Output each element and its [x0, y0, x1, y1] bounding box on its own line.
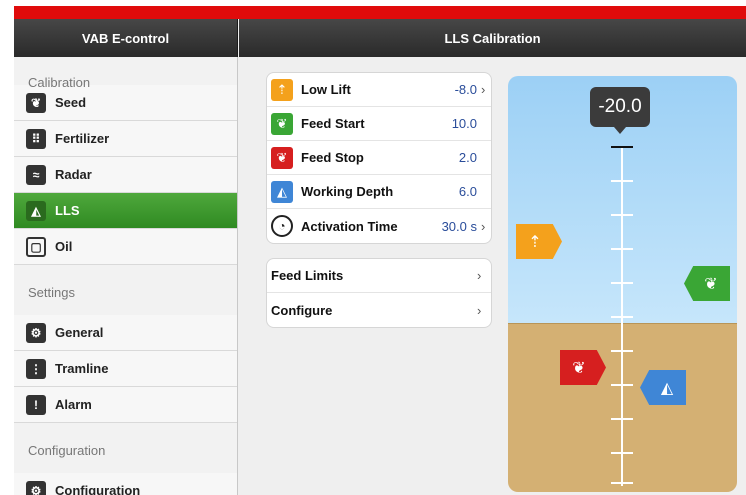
- sidebar-item-label: LLS: [55, 203, 80, 218]
- sidebar-item-label: General: [55, 325, 104, 340]
- app-frame: VAB E-control LLS Calibration Calibratio…: [14, 0, 746, 495]
- sidebar-item-label: Tramline: [55, 361, 109, 376]
- sidebar-section-calibration: Calibration: [28, 75, 91, 90]
- top-accent-bar: [14, 0, 746, 19]
- feed-stop-marker[interactable]: ❦: [560, 350, 606, 385]
- low-lift-icon: ⇡: [528, 233, 542, 251]
- sidebar-item-label: Alarm: [55, 397, 92, 412]
- setting-row-low-lift[interactable]: ⇡ Low Lift -8.0 ›: [267, 73, 491, 107]
- link-label: Feed Limits: [271, 268, 344, 283]
- gauge-tick: [611, 452, 633, 454]
- gauge-tick: [611, 214, 633, 216]
- navigation-links-list: Feed Limits › Configure ›: [266, 258, 492, 328]
- low-lift-icon: ⇡: [271, 78, 293, 101]
- sidebar-item-general[interactable]: ⚙ General: [14, 315, 237, 351]
- page-title: LLS Calibration: [239, 19, 746, 57]
- gauge-tick: [611, 418, 633, 420]
- gauge-tick: [611, 180, 633, 182]
- sidebar-item-alarm[interactable]: ! Alarm: [14, 387, 237, 423]
- feed-stop-icon: ❦: [271, 146, 293, 169]
- fertilizer-icon: ⠿: [26, 128, 46, 149]
- sidebar-item-seed[interactable]: ❦ Seed: [14, 85, 237, 121]
- setting-row-feed-stop[interactable]: ❦ Feed Stop 2.0: [267, 141, 491, 175]
- chevron-right-icon: ›: [477, 302, 482, 318]
- chevron-right-icon: ›: [481, 82, 486, 97]
- sidebar: Calibration ❦ Seed ⠿ Fertilizer ≈ Radar …: [14, 57, 238, 495]
- link-feed-limits[interactable]: Feed Limits ›: [267, 259, 491, 293]
- gauge-tick: [611, 384, 633, 386]
- link-configure[interactable]: Configure ›: [267, 293, 491, 327]
- setting-value: 2.0: [458, 150, 477, 165]
- gauge-tick: [611, 248, 633, 250]
- stopwatch-icon: ◔: [271, 215, 293, 237]
- calibration-settings-list: ⇡ Low Lift -8.0 › ❦ Feed Start 10.0 ❦ Fe…: [266, 72, 492, 244]
- chevron-right-icon: ›: [477, 268, 482, 283]
- lls-icon: ◭: [26, 200, 46, 221]
- setting-value: 6.0: [458, 184, 477, 199]
- feed-stop-icon: ❦: [572, 359, 586, 377]
- working-depth-icon: ◭: [660, 379, 674, 397]
- sidebar-item-oil[interactable]: ▢ Oil: [14, 229, 237, 265]
- sidebar-item-label: Configuration: [55, 483, 141, 495]
- sidebar-item-label: Seed: [55, 95, 87, 110]
- setting-label: Feed Start: [301, 116, 365, 131]
- gauge-tick: [611, 282, 633, 284]
- sidebar-item-configuration[interactable]: ⚙ Configuration: [14, 473, 237, 495]
- sidebar-item-label: Radar: [55, 167, 92, 182]
- radar-icon: ≈: [26, 164, 46, 185]
- chevron-right-icon: ›: [481, 218, 486, 234]
- working-depth-marker[interactable]: ◭: [640, 370, 686, 405]
- gauge-tick-current: [611, 146, 633, 148]
- feed-start-icon: ❦: [271, 112, 293, 135]
- setting-value: -8.0: [454, 82, 477, 97]
- setting-value: 10.0: [451, 116, 477, 131]
- gauge-tick: [611, 350, 633, 352]
- setting-row-working-depth[interactable]: ◭ Working Depth 6.0: [267, 175, 491, 209]
- sidebar-section-settings: Settings: [28, 285, 75, 300]
- setting-value: 30.0 s: [441, 218, 477, 234]
- sidebar-item-label: Oil: [55, 239, 73, 254]
- lls-depth-gauge[interactable]: -20.0 ⇡ ❦ ❦ ◭: [508, 76, 737, 492]
- setting-row-feed-start[interactable]: ❦ Feed Start 10.0: [267, 107, 491, 141]
- sidebar-item-fertilizer[interactable]: ⠿ Fertilizer: [14, 121, 237, 157]
- gauge-tick: [611, 482, 633, 484]
- low-lift-marker[interactable]: ⇡: [516, 224, 562, 259]
- app-title: VAB E-control: [14, 19, 238, 57]
- sidebar-section-configuration: Configuration: [28, 443, 106, 458]
- sidebar-item-radar[interactable]: ≈ Radar: [14, 157, 237, 193]
- setting-label: Low Lift: [301, 82, 351, 97]
- sidebar-item-lls[interactable]: ◭ LLS: [14, 193, 237, 229]
- sidebar-item-label: Fertilizer: [55, 131, 110, 146]
- gears-icon: ⚙: [26, 322, 46, 343]
- setting-label: Working Depth: [301, 184, 394, 199]
- feed-start-marker[interactable]: ❦: [684, 266, 730, 301]
- alarm-icon: !: [26, 394, 46, 415]
- sidebar-item-tramline[interactable]: ⋮ Tramline: [14, 351, 237, 387]
- tramline-icon: ⋮: [26, 358, 46, 379]
- working-depth-icon: ◭: [271, 180, 293, 203]
- feed-start-icon: ❦: [704, 275, 718, 293]
- seed-icon: ❦: [26, 92, 46, 113]
- gauge-tick: [611, 316, 633, 318]
- setting-label: Activation Time: [301, 218, 398, 234]
- setting-row-activation-time[interactable]: ◔ Activation Time 30.0 s ›: [267, 209, 491, 243]
- setting-label: Feed Stop: [301, 150, 364, 165]
- oil-icon: ▢: [26, 236, 46, 257]
- gauge-readout: -20.0: [590, 87, 650, 134]
- gears-icon: ⚙: [26, 480, 46, 495]
- link-label: Configure: [271, 302, 333, 318]
